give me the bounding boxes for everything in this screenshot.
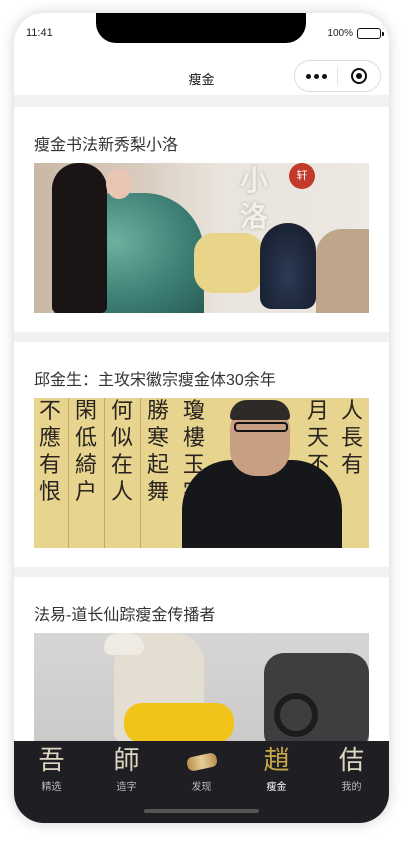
tab-label: 造字: [116, 782, 137, 793]
tab-label: 发现: [191, 782, 212, 793]
article-cover-image[interactable]: 小洛 轩: [34, 163, 369, 313]
nav-bar: 瘦金: [14, 57, 389, 95]
calligraphy-zhao-icon: 趙: [263, 746, 290, 776]
image-detail: [234, 422, 288, 432]
article-title: 瘦金书法新秀梨小洛: [34, 137, 179, 154]
calligraphy-shi-icon: 師: [113, 746, 140, 776]
tab-label: 瘦金: [266, 782, 287, 793]
article-card[interactable]: 邱金生：主攻宋徽宗瘦金体30余年 不應有恨 閑低綺户 何似在人 勝寒起舞 瓊樓玉…: [14, 342, 389, 567]
image-calligraphy-column: 閑低綺户: [74, 399, 97, 505]
image-detail: [104, 633, 144, 655]
miniprogram-capsule: [294, 60, 381, 92]
article-card[interactable]: 瘦金书法新秀梨小洛 小洛 轩: [14, 107, 389, 332]
image-detail: [230, 400, 290, 420]
image-calligraphy-column: 勝寒起舞: [146, 399, 169, 505]
calligraphy-wu-icon: 吾: [38, 746, 65, 776]
image-detail: [316, 229, 369, 313]
calligraphy-ji-icon: 佶: [338, 746, 365, 776]
image-detail: [140, 398, 141, 548]
article-cover-image[interactable]: 不應有恨 閑低綺户 何似在人 勝寒起舞 瓊樓玉宇 月天不 人長有: [34, 398, 369, 548]
battery-percent: 100%: [327, 28, 353, 39]
phone-frame: 11:41 100% 瘦金 瘦金书法新秀梨小洛 小洛 轩 邱金生：主攻宋徽宗瘦金…: [14, 13, 389, 823]
image-seal: 轩: [289, 163, 315, 189]
tab-label: 精选: [41, 782, 62, 793]
tab-jingxuan[interactable]: 吾 精选: [14, 741, 89, 823]
close-target-icon[interactable]: [338, 68, 380, 84]
image-detail: [274, 693, 318, 737]
article-title: 邱金生：主攻宋徽宗瘦金体30余年: [34, 372, 276, 389]
tab-label: 我的: [341, 782, 362, 793]
home-indicator[interactable]: [144, 809, 259, 813]
scroll-icon: [185, 752, 218, 772]
camera-notch: [96, 13, 306, 43]
status-bar: 11:41 100%: [14, 13, 389, 57]
image-calligraphy-column: 何似在人: [110, 399, 133, 505]
image-detail: [106, 169, 132, 199]
image-detail: [104, 398, 105, 548]
image-detail: [68, 398, 69, 548]
battery-icon: [357, 28, 384, 39]
more-options-icon[interactable]: [295, 73, 337, 79]
image-calligraphy-text: 小洛: [239, 164, 268, 233]
image-detail: [52, 163, 107, 313]
image-calligraphy-column: 不應有恨: [38, 399, 61, 505]
image-detail: [124, 703, 234, 743]
tab-wode[interactable]: 佶 我的: [314, 741, 389, 823]
status-time: 11:41: [26, 27, 53, 39]
article-title: 法易-道长仙踪瘦金传播者: [34, 607, 216, 624]
article-feed: 瘦金书法新秀梨小洛 小洛 轩 邱金生：主攻宋徽宗瘦金体30余年 不應有恨 閑低綺…: [14, 107, 389, 812]
battery-indicator: 100%: [327, 28, 384, 39]
